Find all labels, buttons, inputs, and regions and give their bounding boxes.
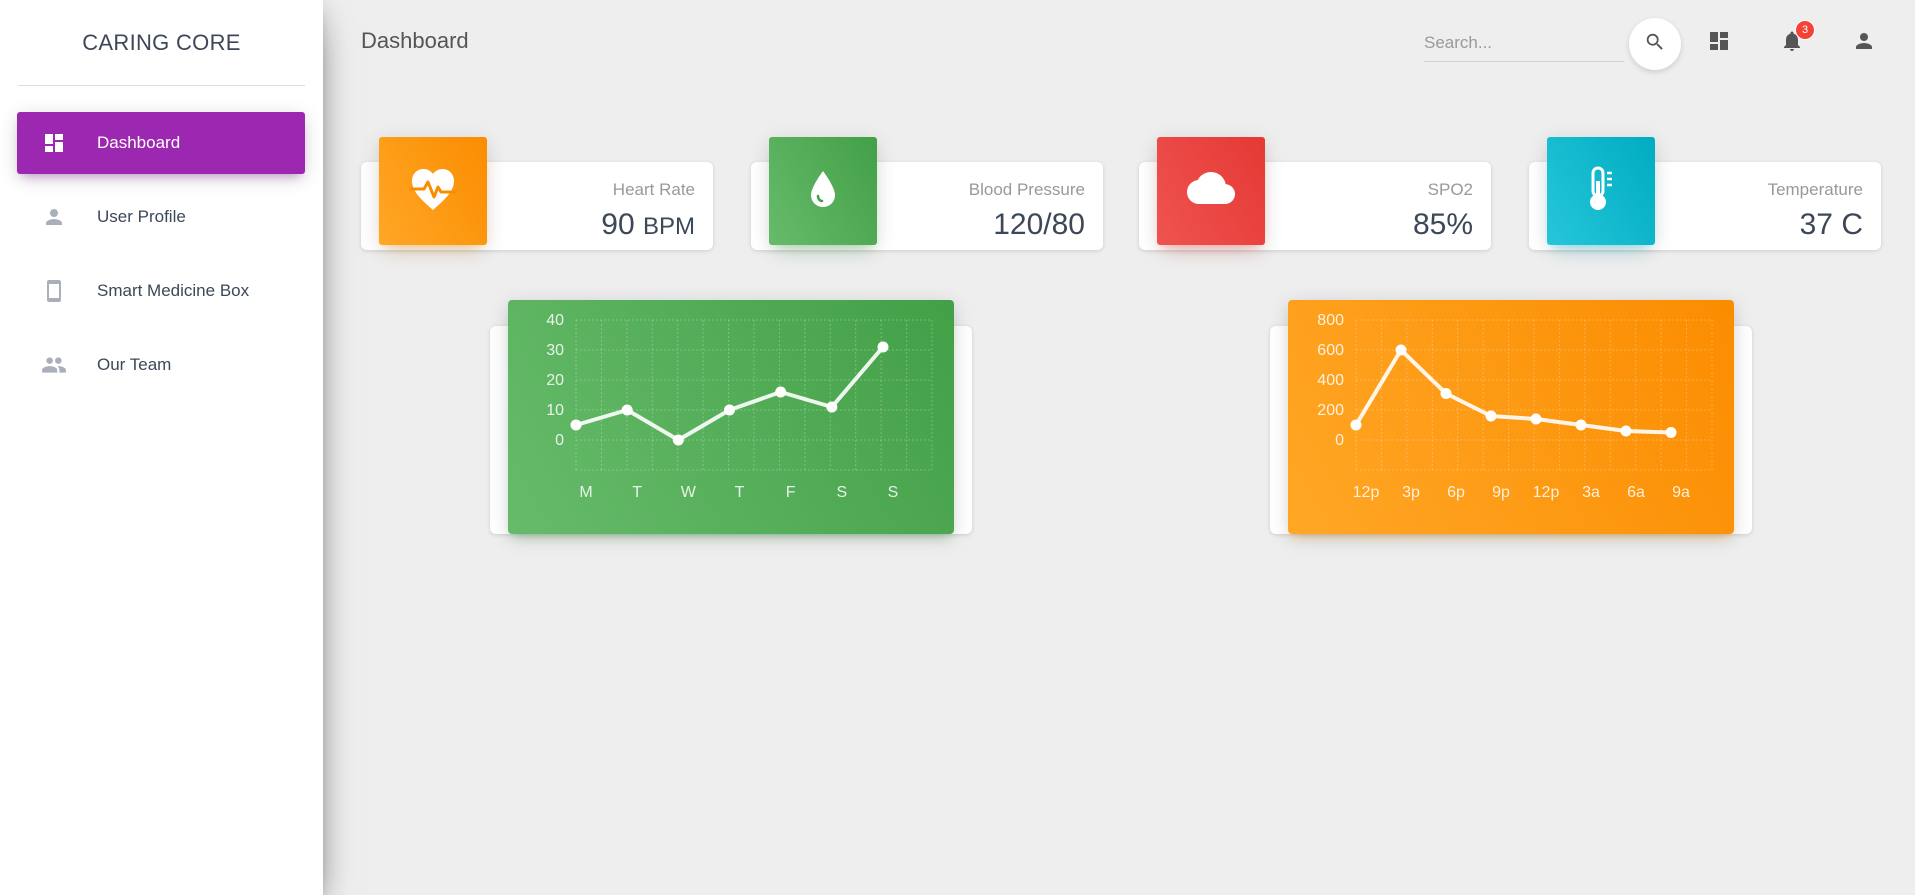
- data-point: [1485, 410, 1497, 422]
- series-line: [575, 345, 885, 442]
- data-point: [1665, 427, 1677, 438]
- y-tick-label: 400: [1317, 372, 1344, 389]
- x-tick-label: S: [836, 484, 847, 501]
- data-point: [1440, 388, 1452, 399]
- data-point: [570, 419, 582, 431]
- data-point: [1530, 413, 1542, 425]
- x-tick-label: S: [888, 484, 899, 501]
- data-point: [1575, 419, 1587, 431]
- x-tick-label: T: [735, 484, 745, 501]
- data-point: [672, 434, 684, 446]
- cloud-icon: [1187, 171, 1235, 211]
- smartphone-icon: [41, 278, 67, 304]
- dashboard-shortcut-button[interactable]: [1704, 28, 1734, 58]
- dashboard-icon: [1707, 29, 1731, 58]
- line-chart-hourly: 0 200 400 600 800 12p 3p 6p 9p 12p 3a 6a 9a: [1317, 312, 1713, 501]
- data-point: [826, 401, 838, 413]
- chart-weekly: 0 10 20 30 40 M T W T F S S: [508, 300, 954, 534]
- x-tick-label: 9a: [1672, 484, 1690, 501]
- y-tick-label: 20: [546, 372, 564, 389]
- stat-icon-box: [379, 137, 487, 245]
- sidebar-item-user-profile[interactable]: User Profile: [17, 186, 305, 248]
- account-button[interactable]: [1849, 28, 1879, 58]
- stat-unit: BPM: [642, 213, 695, 240]
- heart-pulse-icon: [409, 166, 457, 217]
- stat-value: 90 BPM: [601, 208, 695, 242]
- data-point: [1395, 344, 1407, 356]
- y-tick-label: 0: [1335, 432, 1344, 449]
- person-icon: [41, 204, 67, 230]
- sidebar-item-label: Smart Medicine Box: [97, 281, 250, 300]
- sidebar: CARING CORE Dashboard User Profile Smart…: [0, 0, 323, 895]
- chart-grid: [1355, 319, 1713, 471]
- stat-card-blood-pressure: Blood Pressure 120/80: [751, 137, 1103, 250]
- notification-badge: 3: [1795, 20, 1815, 40]
- stat-label: Heart Rate: [612, 180, 695, 199]
- stat-label: Blood Pressure: [968, 180, 1085, 199]
- stat-icon-box: [1157, 137, 1265, 245]
- data-point: [621, 404, 633, 416]
- chart-card-hourly: 0 200 400 600 800 12p 3p 6p 9p 12p 3a 6a 9a: [1270, 300, 1752, 534]
- sidebar-item-label: Dashboard: [97, 133, 181, 152]
- x-tick-label: F: [786, 484, 796, 501]
- chart-hourly: 0 200 400 600 800 12p 3p 6p 9p 12p 3a 6a 9a: [1288, 300, 1734, 534]
- x-tick-label: 12p: [1533, 484, 1560, 501]
- x-tick-label: 12p: [1353, 484, 1380, 501]
- data-point: [775, 386, 787, 398]
- y-tick-label: 800: [1317, 312, 1344, 329]
- line-chart-weekly: 0 10 20 30 40 M T W T F S S: [546, 312, 933, 501]
- stat-card-spo2: SPO2 85%: [1139, 137, 1491, 250]
- x-tick-label: 3p: [1402, 484, 1420, 501]
- stat-value: 120/80: [993, 208, 1085, 241]
- data-point: [1620, 425, 1632, 437]
- search-icon: [1644, 31, 1666, 58]
- sidebar-item-label: Our Team: [97, 355, 172, 374]
- search-input[interactable]: [1424, 24, 1624, 61]
- x-tick-label: 9p: [1492, 484, 1510, 501]
- x-tick-label: 6a: [1627, 484, 1645, 501]
- stat-value: 85%: [1412, 208, 1473, 241]
- sidebar-nav: Dashboard User Profile Smart Medicine Bo…: [0, 86, 323, 396]
- data-point: [877, 341, 889, 353]
- chart-card-weekly: 0 10 20 30 40 M T W T F S S: [490, 300, 972, 534]
- stat-icon-box: [1547, 137, 1655, 245]
- x-tick-label: 3a: [1582, 484, 1600, 501]
- x-tick-label: W: [681, 484, 697, 501]
- group-icon: [41, 352, 67, 378]
- stat-value: 37 C: [1799, 208, 1863, 241]
- sidebar-item-label: User Profile: [97, 207, 186, 226]
- y-tick-label: 0: [555, 432, 564, 449]
- x-tick-label: M: [579, 484, 592, 501]
- page-title[interactable]: Dashboard: [361, 28, 469, 54]
- sidebar-item-our-team[interactable]: Our Team: [17, 334, 305, 396]
- stat-card-temperature: Temperature 37 C: [1529, 137, 1881, 250]
- y-tick-label: 600: [1317, 342, 1344, 359]
- sidebar-item-dashboard[interactable]: Dashboard: [17, 112, 305, 174]
- stat-card-heart-rate: Heart Rate 90 BPM: [361, 137, 713, 250]
- search-field: [1424, 24, 1624, 62]
- y-tick-label: 40: [546, 312, 564, 329]
- chart-grid: [575, 319, 933, 471]
- sidebar-item-smart-medicine-box[interactable]: Smart Medicine Box: [17, 260, 305, 322]
- x-tick-label: T: [632, 484, 642, 501]
- search-button[interactable]: [1629, 18, 1681, 70]
- y-tick-label: 10: [546, 402, 564, 419]
- x-tick-label: 6p: [1447, 484, 1465, 501]
- stat-label: SPO2: [1427, 180, 1473, 199]
- stat-icon-box: [769, 137, 877, 245]
- thermometer-icon: [1584, 165, 1618, 218]
- person-icon: [1852, 29, 1876, 58]
- series-line: [1354, 348, 1672, 435]
- y-tick-label: 30: [546, 342, 564, 359]
- stat-number: 90: [601, 208, 635, 241]
- y-tick-label: 200: [1317, 402, 1344, 419]
- dashboard-icon: [41, 130, 67, 156]
- data-point: [724, 404, 735, 416]
- stat-label: Temperature: [1767, 180, 1863, 199]
- water-drop-icon: [808, 169, 838, 214]
- notifications-button[interactable]: 3: [1777, 20, 1815, 58]
- brand-logo-text[interactable]: CARING CORE: [0, 0, 323, 86]
- data-point: [1350, 419, 1362, 431]
